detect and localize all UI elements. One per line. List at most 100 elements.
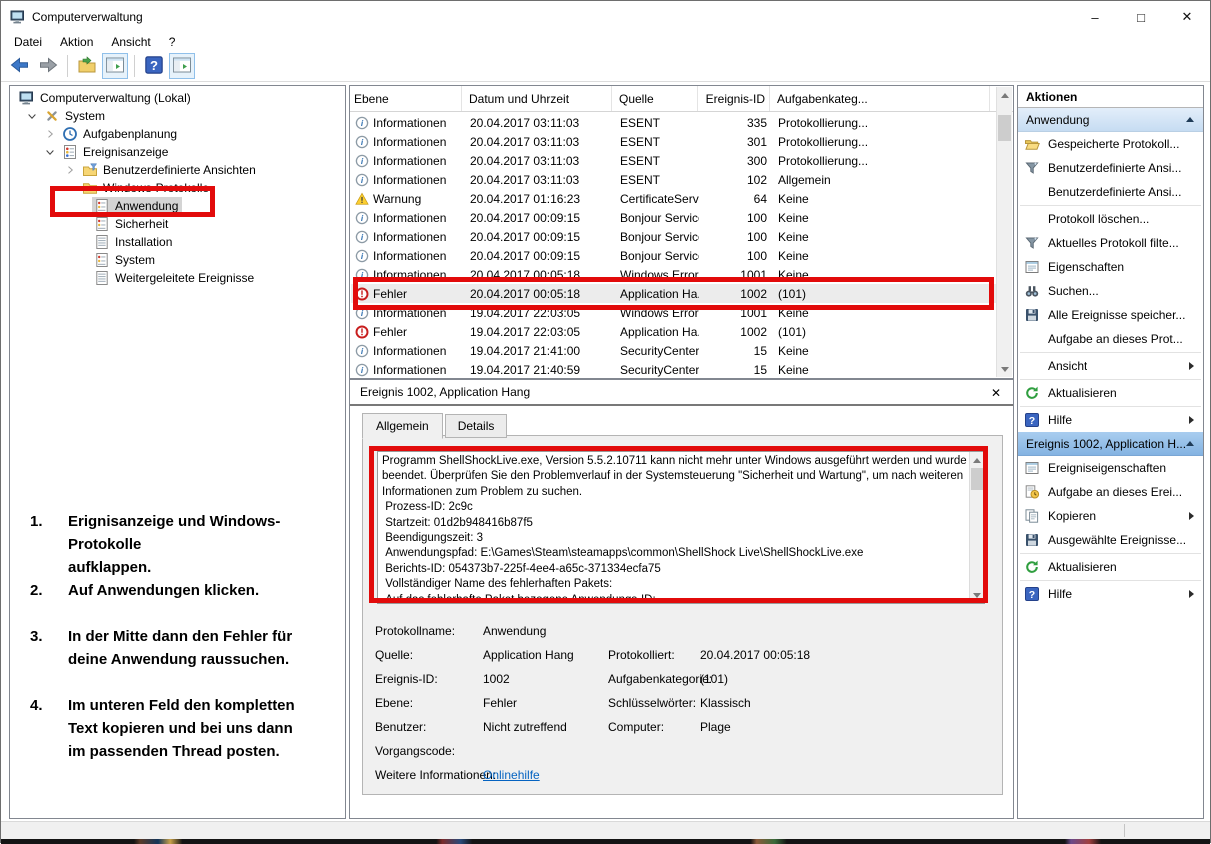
submenu-arrow-icon (1189, 416, 1194, 424)
action-item-ausgew-hlte-ereignisse[interactable]: Ausgewählte Ereignisse... (1018, 528, 1203, 552)
column-header-0[interactable]: Ebene (350, 86, 462, 111)
action-item-ereigniseigenschaften[interactable]: Ereigniseigenschaften (1018, 456, 1203, 480)
event-row-8[interactable]: iInformationen20.04.2017 00:05:18Windows… (351, 265, 996, 284)
action-item-eigenschaften[interactable]: Eigenschaften (1018, 255, 1203, 279)
action-item-aktualisieren[interactable]: Aktualisieren (1018, 555, 1203, 579)
column-header-3[interactable]: Ereignis-ID (698, 86, 770, 111)
action-item-aufgabe-an-dieses-erei[interactable]: Aufgabe an dieses Erei... (1018, 480, 1203, 504)
scrollbar-thumb[interactable] (971, 468, 983, 490)
event-row-11[interactable]: Fehler19.04.2017 22:03:05Application Ha.… (351, 322, 996, 341)
event-row-5[interactable]: iInformationen20.04.2017 00:09:15Bonjour… (351, 208, 996, 227)
action-item-label: Protokoll löschen... (1048, 212, 1149, 226)
tree-item-benutzerdefinierte-ansichten[interactable]: Benutzerdefinierte Ansichten (10, 161, 345, 179)
tree-item-label: System (65, 109, 105, 123)
actions-section-header-0[interactable]: Anwendung (1018, 108, 1203, 132)
action-item-ansicht[interactable]: Ansicht (1018, 354, 1203, 378)
event-row-0[interactable]: iInformationen20.04.2017 03:11:03ESENT33… (351, 113, 996, 132)
event-id: 15 (699, 363, 771, 377)
menu-item-help[interactable]: ? (160, 34, 185, 50)
action-item-gespeicherte-protokoll[interactable]: Gespeicherte Protokoll... (1018, 132, 1203, 156)
scroll-up-icon[interactable] (997, 87, 1012, 103)
collapse-up-icon[interactable] (1186, 441, 1194, 446)
tree-item-weitergeleitete-ereignisse[interactable]: Weitergeleitete Ereignisse (10, 269, 345, 287)
scroll-down-icon[interactable] (997, 361, 1012, 377)
instruction-text: Erignisanzeige und Windows-Protokolleauf… (68, 510, 280, 579)
back-button[interactable] (7, 53, 33, 79)
event-level: Fehler (373, 325, 407, 339)
event-cat: Keine (771, 230, 991, 244)
export-folder-icon (77, 55, 97, 78)
export-list-button[interactable] (74, 53, 100, 79)
action-item-hilfe[interactable]: ?Hilfe (1018, 408, 1203, 432)
menu-item-ansicht[interactable]: Ansicht (102, 34, 159, 50)
action-item-alle-ereignisse-speicher[interactable]: Alle Ereignisse speicher... (1018, 303, 1203, 327)
action-item-aktuelles-protokoll-filte[interactable]: Aktuelles Protokoll filte... (1018, 231, 1203, 255)
forward-button[interactable] (35, 53, 61, 79)
tree-item-anwendung[interactable]: Anwendung (10, 197, 345, 215)
column-header-1[interactable]: Datum und Uhrzeit (462, 86, 612, 111)
action-item-protokoll-l-schen[interactable]: Protokoll löschen... (1018, 207, 1203, 231)
tab-details[interactable]: Details (445, 414, 508, 438)
event-row-6[interactable]: iInformationen20.04.2017 00:09:15Bonjour… (351, 227, 996, 246)
computer-icon (10, 14, 26, 28)
event-cat: Protokollierung... (771, 154, 991, 168)
tree-item-system[interactable]: System (10, 251, 345, 269)
action-item-benutzerdefinierte-ansi[interactable]: Benutzerdefinierte Ansi... (1018, 180, 1203, 204)
scrollbar-thumb[interactable] (998, 115, 1011, 141)
column-header-2[interactable]: Quelle (612, 86, 698, 111)
action-item-hilfe[interactable]: ?Hilfe (1018, 582, 1203, 606)
collapse-up-icon[interactable] (1186, 117, 1194, 122)
event-row-12[interactable]: iInformationen19.04.2017 21:41:00Securit… (351, 341, 996, 360)
action-item-kopieren[interactable]: Kopieren (1018, 504, 1203, 528)
event-id: 100 (699, 249, 771, 263)
chevron-down-icon[interactable] (60, 180, 80, 196)
tree-item-label: Sicherheit (115, 217, 168, 231)
tree-item-sicherheit[interactable]: Sicherheit (10, 215, 345, 233)
tree-item-system[interactable]: System (10, 107, 345, 125)
event-row-selected[interactable]: Fehler20.04.2017 00:05:18Application Ha.… (351, 284, 996, 303)
onlinehilfe-link[interactable]: Onlinehilfe (483, 768, 540, 782)
menu-item-aktion[interactable]: Aktion (51, 34, 102, 50)
action-item-suchen[interactable]: Suchen... (1018, 279, 1203, 303)
event-date: 20.04.2017 01:16:23 (463, 192, 613, 206)
minimize-button[interactable]: – (1072, 1, 1118, 33)
event-row-3[interactable]: iInformationen20.04.2017 03:11:03ESENT10… (351, 170, 996, 189)
event-row-13[interactable]: iInformationen19.04.2017 21:40:59Securit… (351, 360, 996, 377)
field-label: Computer: (608, 720, 700, 734)
event-row-2[interactable]: iInformationen20.04.2017 03:11:03ESENT30… (351, 151, 996, 170)
tab-allgemein[interactable]: Allgemein (362, 413, 443, 439)
chevron-down-icon[interactable] (22, 108, 42, 124)
action-item-aktualisieren[interactable]: Aktualisieren (1018, 381, 1203, 405)
tree-item-installation[interactable]: Installation (10, 233, 345, 251)
actions-section-header-1[interactable]: Ereignis 1002, Application H... (1018, 432, 1203, 456)
console-tree-toggle-button[interactable] (102, 53, 128, 79)
maximize-button[interactable]: □ (1118, 1, 1164, 33)
event-description-box[interactable]: Programm ShellShockLive.exe, Version 5.5… (377, 451, 985, 604)
event-row-1[interactable]: iInformationen20.04.2017 03:11:03ESENT30… (351, 132, 996, 151)
event-log-icon (94, 198, 110, 214)
close-preview-icon[interactable]: ✕ (987, 384, 1005, 402)
event-source: Bonjour Service (613, 230, 699, 244)
chevron-right-icon[interactable] (40, 126, 60, 142)
tree-item-computerverwaltung-lokal-[interactable]: Computerverwaltung (Lokal) (10, 89, 345, 107)
event-source: ESENT (613, 135, 699, 149)
action-item-aufgabe-an-dieses-prot[interactable]: Aufgabe an dieses Prot... (1018, 327, 1203, 351)
scroll-up-icon[interactable] (970, 452, 984, 468)
tree-item-aufgabenplanung[interactable]: Aufgabenplanung (10, 125, 345, 143)
chevron-down-icon[interactable] (40, 144, 60, 160)
help-button[interactable]: ? (141, 53, 167, 79)
description-scrollbar[interactable] (969, 452, 984, 603)
event-row-10[interactable]: iInformationen19.04.2017 22:03:05Windows… (351, 303, 996, 322)
scroll-down-icon[interactable] (970, 587, 984, 603)
event-row-4[interactable]: Warnung20.04.2017 01:16:23CertificateSer… (351, 189, 996, 208)
event-list-scrollbar[interactable] (996, 87, 1012, 377)
tree-item-ereignisanzeige[interactable]: Ereignisanzeige (10, 143, 345, 161)
action-pane-toggle-button[interactable] (169, 53, 195, 79)
chevron-right-icon[interactable] (60, 162, 80, 178)
menu-item-datei[interactable]: Datei (5, 34, 51, 50)
tree-item-windows-protokolle[interactable]: Windows-Protokolle (10, 179, 345, 197)
column-header-4[interactable]: Aufgabenkateg... (770, 86, 990, 111)
action-item-benutzerdefinierte-ansi[interactable]: Benutzerdefinierte Ansi... (1018, 156, 1203, 180)
event-row-7[interactable]: iInformationen20.04.2017 00:09:15Bonjour… (351, 246, 996, 265)
close-button[interactable]: ✕ (1164, 1, 1210, 33)
